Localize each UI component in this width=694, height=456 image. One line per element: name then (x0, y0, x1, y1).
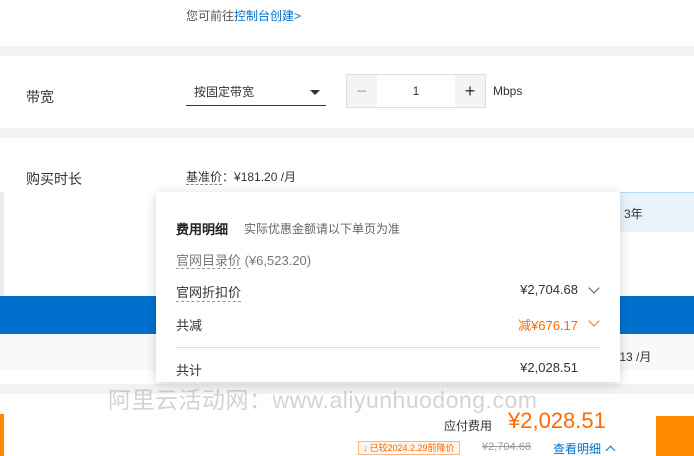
footer-left-accent (0, 414, 4, 456)
bandwidth-type-value: 按固定带宽 (194, 85, 255, 99)
chevron-up-icon (605, 445, 616, 456)
bandwidth-card: 带宽 按固定带宽 − 1 + Mbps (0, 56, 694, 128)
bandwidth-value-input[interactable]: 1 (377, 75, 455, 107)
list-price: 官网目录价 (¥6,523.20) (176, 250, 311, 269)
top-card: 您可前往控制台创建> (0, 0, 694, 46)
price-drop-badge: ↓ 已较2024.2.29前降价 (358, 441, 460, 455)
list-price-value: (¥6,523.20) (241, 253, 312, 268)
base-price: 基准价：¥181.20 /月 (186, 168, 296, 185)
duration-label: 购买时长 (26, 171, 82, 187)
popup-subtitle: 实际优惠金额请以下单页为准 (244, 222, 401, 236)
original-price: ¥2,704.68 (482, 441, 531, 453)
buy-now-button[interactable] (656, 416, 694, 456)
cost-detail-popup: 费用明细 实际优惠金额请以下单页为准 官网目录价 (¥6,523.20) 官网折… (156, 192, 620, 382)
bandwidth-unit: Mbps (493, 84, 523, 98)
view-details-label: 查看明细 (553, 442, 602, 456)
discount-price-row[interactable]: 官网折扣价 ¥2,704.68 (176, 282, 600, 302)
decrement-button[interactable]: − (347, 75, 377, 107)
bandwidth-label: 带宽 (26, 89, 54, 105)
base-price-label: 基准价 (186, 170, 223, 185)
payable-label: 应付费用 (444, 419, 493, 433)
base-price-value: ：¥181.20 /月 (222, 170, 297, 184)
console-hint: 您可前往控制台创建> (186, 7, 301, 24)
total-reduction-label: 共减 (176, 318, 203, 333)
console-create-link[interactable]: 控制台创建> (234, 9, 301, 23)
price-drop-text: 已较2024.2.29前降价 (369, 443, 455, 453)
discount-price-label: 官网折扣价 (176, 282, 242, 302)
bandwidth-type-select[interactable]: 按固定带宽 (186, 78, 326, 106)
view-details-link[interactable]: 查看明细 (553, 440, 616, 456)
popup-title: 费用明细 (176, 222, 229, 237)
watermark-text: 阿里云活动网：www.aliyunhuodong.com (108, 387, 538, 413)
list-price-label: 官网目录价 (176, 253, 242, 269)
bandwidth-stepper: − 1 + (346, 74, 486, 108)
chevron-down-icon (310, 90, 320, 95)
discount-price-value: ¥2,704.68 (520, 282, 578, 297)
total-reduction-value: 减¥676.17 (518, 318, 578, 333)
down-arrow-icon: ↓ (363, 443, 368, 453)
total-row: 共计 ¥2,028.51 (176, 360, 600, 380)
duration-option-price: .13 /月 (616, 350, 652, 364)
increment-button[interactable]: + (455, 75, 485, 107)
total-label: 共计 (176, 363, 203, 378)
total-reduction-row[interactable]: 共减 减¥676.17 (176, 315, 600, 335)
duration-option-3y-label: 3年 (624, 207, 643, 221)
console-hint-prefix: 您可前往 (186, 9, 235, 23)
chevron-down-icon[interactable] (588, 282, 600, 294)
chevron-down-icon[interactable] (588, 315, 600, 327)
popup-divider (176, 347, 600, 348)
total-value: ¥2,028.51 (520, 360, 578, 375)
